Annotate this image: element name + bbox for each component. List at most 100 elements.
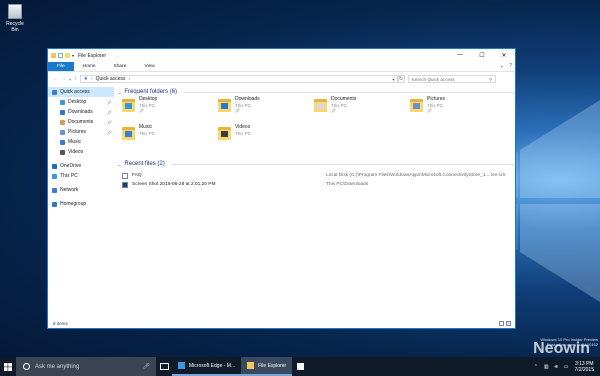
onedrive-icon [52, 163, 57, 169]
refresh-icon[interactable]: ↻ [397, 75, 405, 83]
task-view-button[interactable] [156, 357, 172, 376]
nav-item-quick-access[interactable]: Quick access [48, 87, 114, 97]
maximize-button[interactable]: ☐ [471, 52, 493, 59]
pin-icon: 📌︎ [427, 108, 433, 113]
recent-locations-icon[interactable]: ▾ [69, 77, 71, 82]
folder-icon[interactable] [51, 53, 56, 58]
image-file-icon [122, 181, 128, 188]
minimize-button[interactable]: — [449, 52, 471, 59]
frequent-folders-header[interactable]: ⌄ Frequent folders (6) [118, 87, 515, 97]
nav-item-documents[interactable]: Documents 📌︎ [48, 117, 114, 127]
store-button[interactable] [292, 357, 308, 376]
store-icon [296, 363, 304, 370]
pin-icon: 📌︎ [106, 119, 112, 125]
new-folder-icon[interactable] [65, 53, 70, 58]
address-dropdown-icon[interactable]: ▾ [393, 77, 395, 82]
music-folder-icon [122, 125, 135, 140]
folder-tile[interactable]: Pictures This PC 📌︎ [410, 96, 500, 121]
breadcrumb[interactable]: Quick access [96, 76, 126, 82]
start-button[interactable] [0, 362, 16, 371]
homegroup-icon [52, 201, 57, 207]
desktop-folder-icon [60, 99, 65, 105]
breadcrumb-chevron-icon: › [128, 76, 131, 82]
notifications-chevron-icon[interactable]: ⌃ [534, 364, 538, 370]
folder-tile[interactable]: Videos This PC [218, 124, 308, 149]
desktop-folder-icon [122, 97, 135, 112]
folder-tile[interactable]: Downloads This PC 📌︎ [218, 96, 308, 121]
nav-item-downloads[interactable]: Downloads 📌︎ [48, 107, 114, 117]
nav-item-onedrive[interactable]: OneDrive [48, 161, 114, 171]
header-rule [170, 163, 515, 165]
ribbon-controls: ⌄ ? [500, 62, 515, 71]
taskbar-app-label: File Explorer [258, 362, 287, 369]
details-view-icon[interactable] [499, 321, 504, 326]
folder-meta: Downloads This PC 📌︎ [235, 96, 260, 121]
forward-icon[interactable]: → [61, 76, 66, 82]
videos-folder-icon [218, 125, 231, 140]
taskbar-app-file-explorer[interactable]: File Explorer [241, 357, 293, 376]
nav-item-label: OneDrive [60, 163, 82, 169]
folder-tile[interactable]: Desktop This PC 📌︎ [122, 96, 212, 121]
windows-logo-icon [4, 362, 12, 371]
network-icon[interactable]: ▥ [544, 364, 549, 370]
close-button[interactable]: ✕ [493, 52, 515, 59]
action-center-icon[interactable]: ▭ [564, 364, 569, 370]
search-input[interactable]: Search Quick access ⚲ [407, 75, 496, 83]
task-view-icon [159, 363, 169, 370]
nav-item-label: Homegroup [60, 201, 87, 207]
nav-item-music[interactable]: Music [48, 137, 114, 147]
nav-item-network[interactable]: Network [48, 185, 114, 195]
customize-toolbar-icon[interactable]: ▾ [72, 53, 74, 58]
nav-item-label: Quick access [60, 89, 90, 95]
properties-icon[interactable] [58, 53, 63, 58]
navigation-pane: Quick access Desktop 📌︎ Downloads 📌︎ Document… [48, 87, 114, 317]
nav-item-this-pc[interactable]: This PC [48, 171, 114, 181]
nav-item-label: Videos [68, 149, 84, 155]
recent-file-name: FAQ [132, 173, 142, 178]
microphone-icon[interactable]: 🎤︎ [142, 363, 150, 370]
nav-item-homegroup[interactable]: Homegroup [48, 199, 114, 209]
address-bar[interactable]: ★ › Quick access › ▾ [79, 75, 398, 83]
tab-home[interactable]: Home [74, 62, 105, 71]
search-placeholder: Search Quick access [411, 76, 455, 82]
recycle-bin[interactable]: Recycle Bin [3, 2, 27, 33]
recent-file-row[interactable]: FAQ Local Disk (C:)\Program Files\Windows… [118, 171, 515, 180]
address-row: ← → ▾ ↑ ★ › Quick access › ▾ ↻ Search Qu… [48, 72, 515, 86]
recent-files-title: Recent files (2) [124, 161, 165, 167]
back-icon[interactable]: ← [53, 76, 58, 82]
recent-file-name: Screen Shot 2015-06-28 at 2.01.20 PM [132, 182, 216, 187]
nav-item-pictures[interactable]: Pictures 📌︎ [48, 127, 114, 137]
collapse-chevron-icon: ⌄ [118, 89, 122, 95]
pin-icon: 📌︎ [106, 109, 112, 115]
taskbar-app-label: Microsoft Edge - M... [189, 362, 236, 369]
file-explorer-window: ▾ File Explorer — ☐ ✕ File Home Share Vi… [47, 48, 516, 329]
up-icon[interactable]: ↑ [74, 76, 77, 82]
pin-icon: 📌︎ [235, 108, 241, 113]
nav-item-videos[interactable]: Videos [48, 147, 114, 157]
taskbar-app-edge[interactable]: Microsoft Edge - M... [172, 357, 242, 376]
nav-item-desktop[interactable]: Desktop 📌︎ [48, 97, 114, 107]
expand-ribbon-icon[interactable]: ⌄ [500, 63, 504, 69]
videos-icon [60, 149, 65, 155]
nav-item-label: Pictures [68, 129, 87, 135]
large-icons-view-icon[interactable] [506, 321, 511, 326]
folder-meta: Documents This PC 📌︎ [331, 96, 356, 121]
clock[interactable]: 3:13 PM 7/2/2015 [575, 361, 594, 373]
tab-file[interactable]: File [48, 62, 74, 71]
downloads-icon [60, 109, 65, 115]
tab-view[interactable]: View [135, 62, 163, 71]
recent-files-header[interactable]: ⌄ Recent files (2) [118, 159, 515, 169]
downloads-folder-icon [218, 97, 231, 112]
cortana-icon [23, 363, 30, 370]
clock-date: 7/2/2015 [574, 366, 594, 373]
recycle-bin-icon [8, 4, 22, 19]
folder-tile[interactable]: Music This PC [122, 124, 212, 149]
help-icon[interactable]: ? [509, 63, 512, 69]
cortana-search-box[interactable]: Ask me anything 🎤︎ [16, 357, 156, 376]
tab-share[interactable]: Share [105, 62, 136, 71]
volume-icon[interactable]: 🔊︎ [555, 364, 558, 370]
pin-icon: 📌︎ [139, 108, 145, 113]
recent-file-row[interactable]: Screen Shot 2015-06-28 at 2.01.20 PM This… [118, 180, 515, 189]
folder-meta: Music This PC [139, 124, 155, 149]
folder-tile[interactable]: Documents This PC 📌︎ [314, 96, 404, 121]
